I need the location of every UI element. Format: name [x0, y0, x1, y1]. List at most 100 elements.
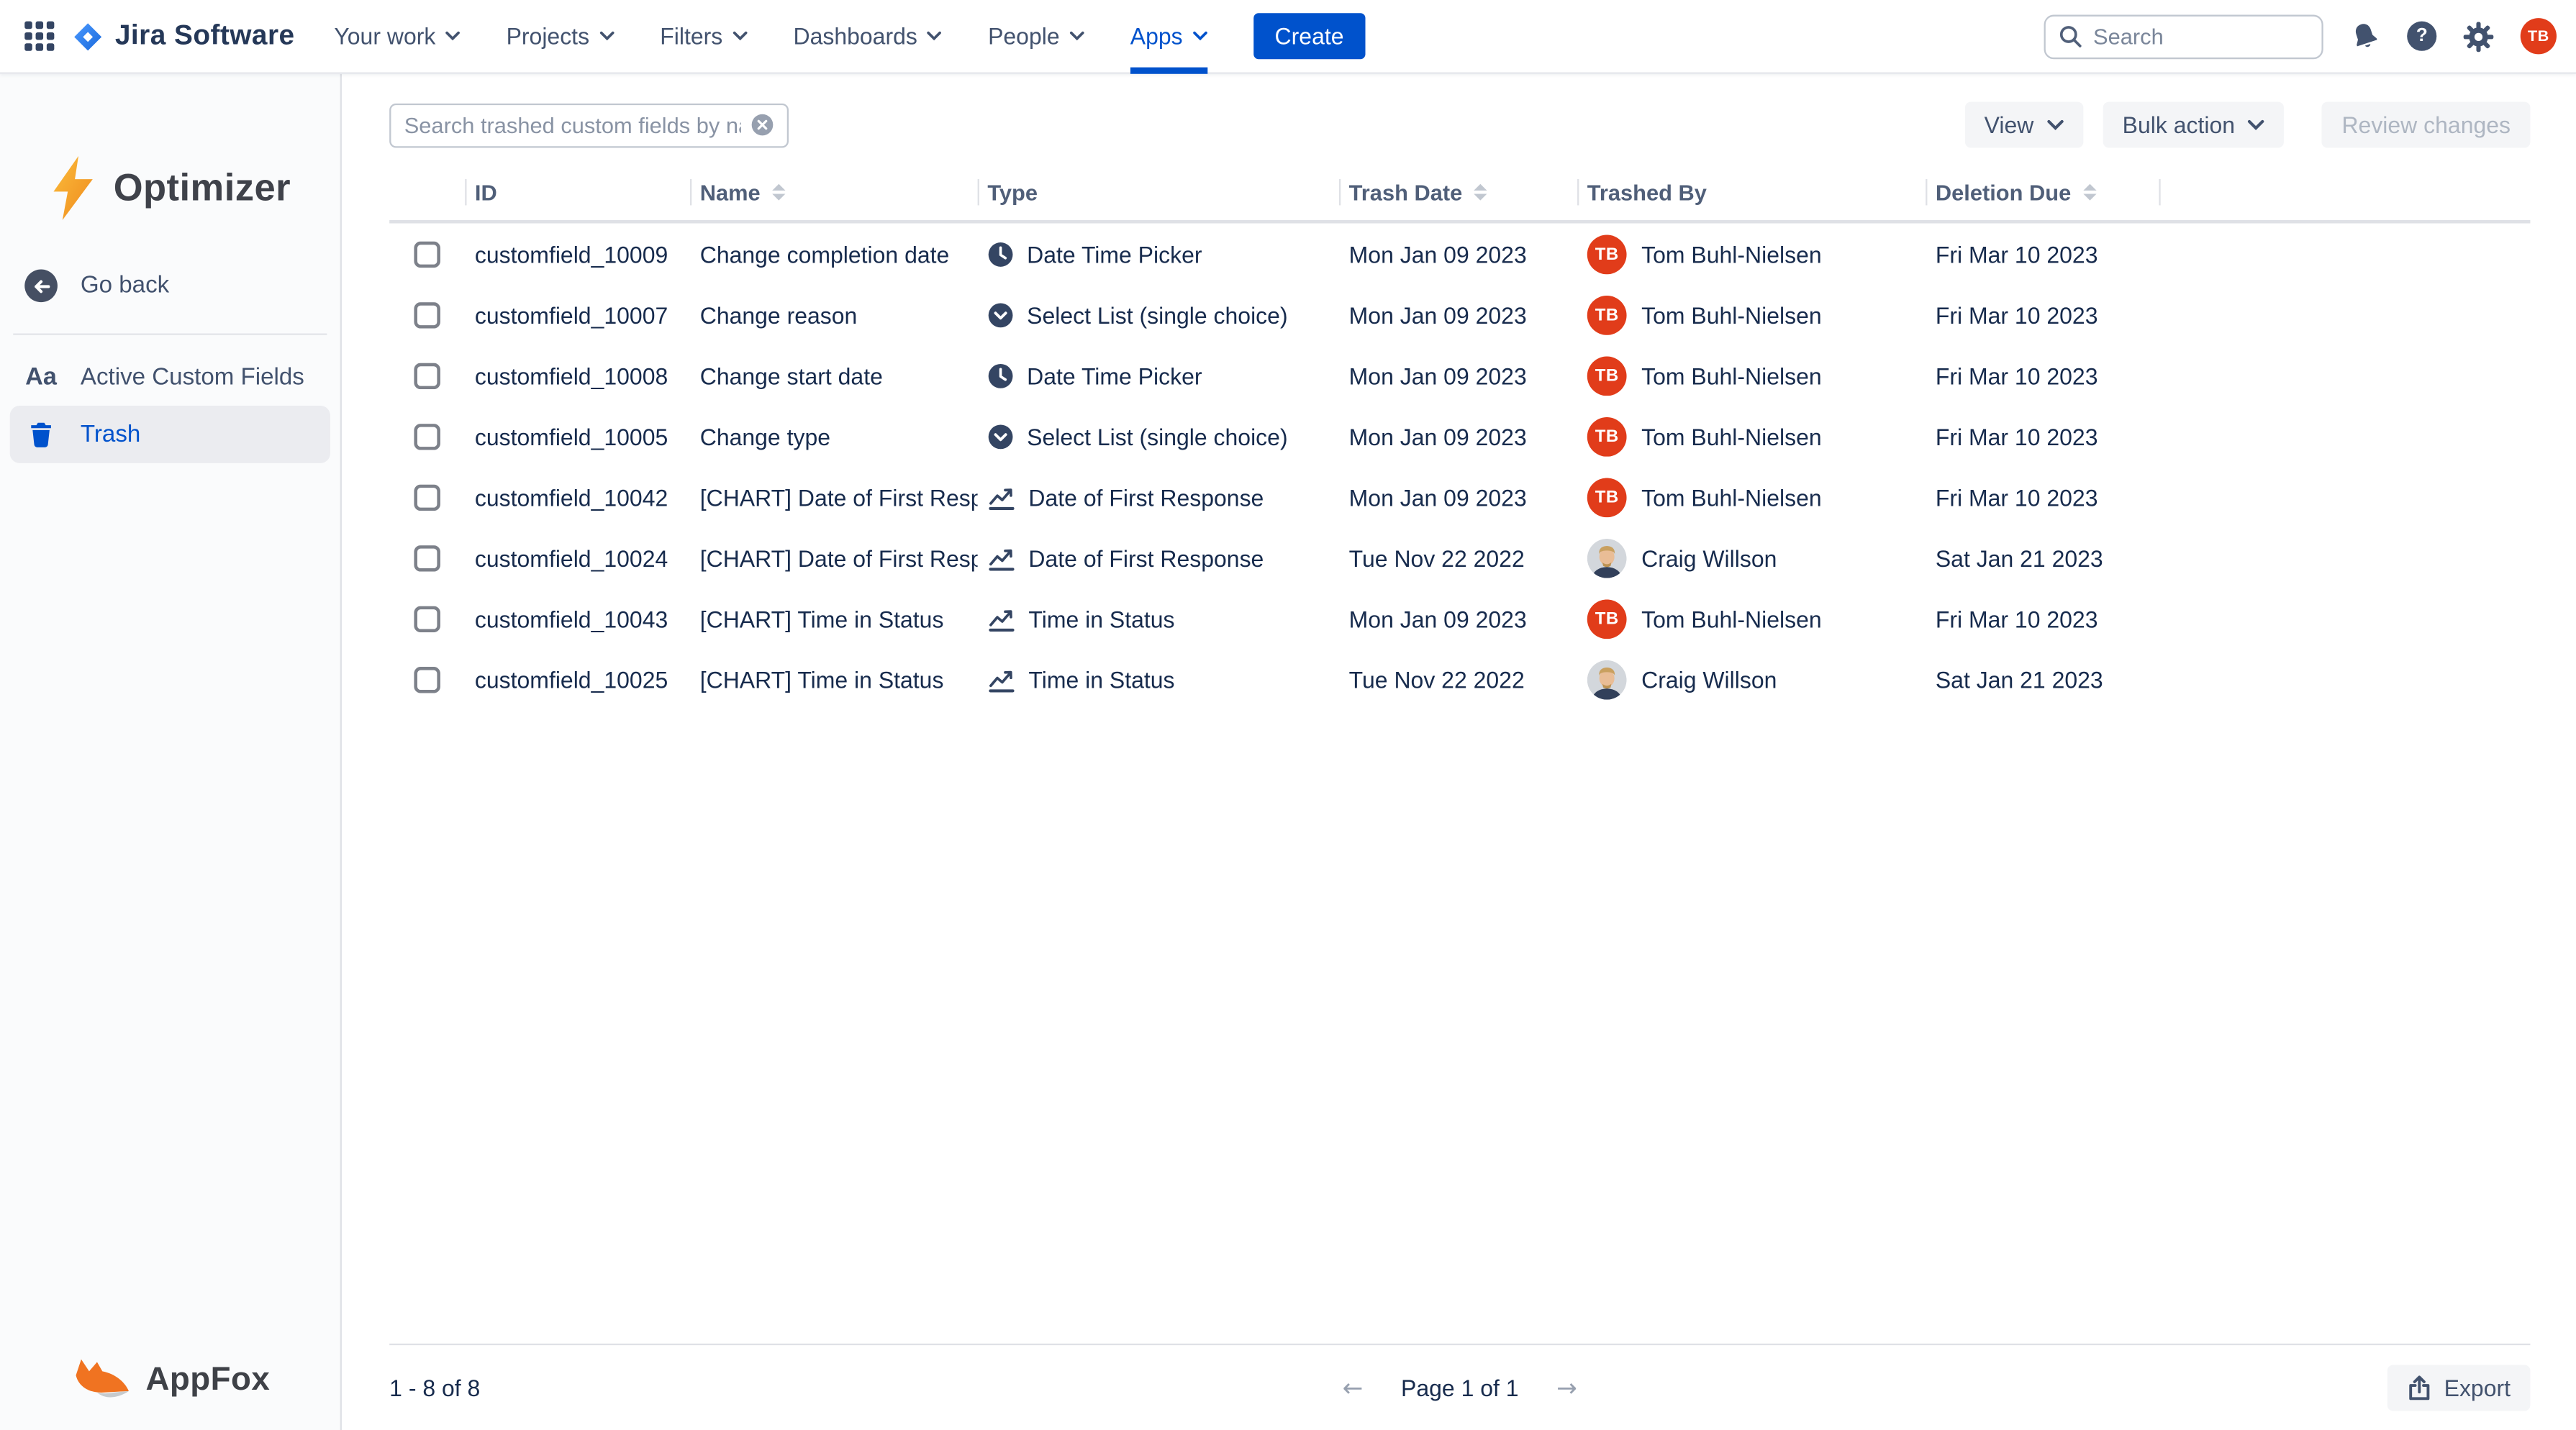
- main-content: View Bulk action Review changes ID Name …: [342, 74, 2576, 1430]
- row-id: customfield_10005: [465, 423, 690, 450]
- table-row[interactable]: customfield_10009 Change completion date…: [389, 224, 2530, 284]
- app-switcher-icon[interactable]: [23, 19, 56, 53]
- row-checkbox[interactable]: [414, 545, 440, 571]
- row-checkbox[interactable]: [414, 241, 440, 268]
- table-header: ID Name Type Trash Date Trashed By Delet…: [389, 176, 2530, 223]
- type-icon: [987, 241, 1014, 268]
- optimizer-brand: Optimizer: [0, 156, 340, 220]
- row-deletion-due: Fri Mar 10 2023: [1926, 483, 2159, 510]
- column-header-trashed-by[interactable]: Trashed By: [1577, 176, 1926, 209]
- share-up-icon: [2406, 1375, 2431, 1401]
- toolbar: View Bulk action Review changes: [389, 102, 2530, 148]
- user-avatar[interactable]: TB: [2521, 18, 2557, 54]
- row-name: Change start date: [690, 362, 978, 388]
- sidebar-item-trash[interactable]: Trash: [10, 406, 330, 463]
- type-icon: [987, 301, 1014, 328]
- row-name: Change reason: [690, 301, 978, 328]
- next-page-arrow[interactable]: →: [1556, 1373, 1577, 1403]
- jira-logo[interactable]: Jira Software: [72, 19, 294, 53]
- row-deletion-due: Fri Mar 10 2023: [1926, 241, 2159, 268]
- global-search-input[interactable]: [2093, 24, 2308, 48]
- row-checkbox[interactable]: [414, 666, 440, 693]
- row-id: customfield_10043: [465, 605, 690, 632]
- row-type: Select List (single choice): [978, 301, 1339, 328]
- column-header-deletion-due[interactable]: Deletion Due: [1926, 176, 2159, 209]
- nav-apps[interactable]: Apps: [1130, 0, 1207, 73]
- table-row[interactable]: customfield_10024 [CHART] Date of First …: [389, 527, 2530, 588]
- type-icon: [987, 483, 1015, 510]
- row-id: customfield_10024: [465, 545, 690, 571]
- row-trashed-by: Craig Willson: [1577, 660, 1926, 699]
- table-row[interactable]: customfield_10042 [CHART] Date of First …: [389, 466, 2530, 527]
- column-header-name[interactable]: Name: [690, 176, 978, 209]
- top-nav-right: ? TB: [2044, 14, 2557, 58]
- trash-search[interactable]: [389, 103, 789, 147]
- export-button[interactable]: Export: [2387, 1365, 2531, 1411]
- sidebar-item-active-custom-fields[interactable]: Aa Active Custom Fields: [0, 348, 340, 406]
- trash-search-input[interactable]: [404, 112, 741, 137]
- row-trash-date: Tue Nov 22 2022: [1339, 545, 1577, 571]
- table-row[interactable]: customfield_10005 Change type Select Lis…: [389, 406, 2530, 466]
- row-deletion-due: Sat Jan 21 2023: [1926, 666, 2159, 693]
- row-trashed-by: TB Tom Buhl-Nielsen: [1577, 234, 1926, 273]
- view-button[interactable]: View: [1964, 102, 2083, 148]
- top-nav: Jira Software Your work Projects Filters…: [0, 0, 2576, 74]
- table-row[interactable]: customfield_10043 [CHART] Time in Status…: [389, 588, 2530, 648]
- row-checkbox[interactable]: [414, 423, 440, 450]
- row-checkbox[interactable]: [414, 301, 440, 328]
- nav-dashboards[interactable]: Dashboards: [793, 0, 942, 73]
- sort-icon[interactable]: [772, 184, 785, 201]
- notifications-bell-icon[interactable]: [2349, 21, 2380, 52]
- row-trash-date: Mon Jan 09 2023: [1339, 301, 1577, 328]
- global-search[interactable]: [2044, 14, 2323, 58]
- settings-gear-icon[interactable]: [2463, 21, 2494, 52]
- row-type: Date Time Picker: [978, 362, 1339, 388]
- row-type: Date of First Response: [978, 545, 1339, 571]
- prev-page-arrow[interactable]: ←: [1343, 1373, 1364, 1403]
- bulk-action-button[interactable]: Bulk action: [2103, 102, 2284, 148]
- type-icon: [987, 423, 1014, 450]
- row-checkbox[interactable]: [414, 605, 440, 632]
- sort-icon[interactable]: [1474, 184, 1487, 201]
- help-icon[interactable]: ?: [2407, 22, 2436, 51]
- row-deletion-due: Fri Mar 10 2023: [1926, 301, 2159, 328]
- nav-your-work[interactable]: Your work: [334, 0, 460, 73]
- table-row[interactable]: customfield_10007 Change reason Select L…: [389, 284, 2530, 345]
- row-type: Date Time Picker: [978, 241, 1339, 268]
- row-id: customfield_10008: [465, 362, 690, 388]
- page-indicator: Page 1 of 1: [1401, 1375, 1519, 1401]
- clear-search-icon[interactable]: [751, 114, 774, 137]
- row-type: Select List (single choice): [978, 423, 1339, 450]
- nav-projects[interactable]: Projects: [507, 0, 614, 73]
- trashed-by-avatar: [1587, 660, 1627, 699]
- chevron-down-icon: [928, 31, 943, 41]
- trashed-by-avatar: TB: [1587, 355, 1627, 395]
- row-checkbox[interactable]: [414, 483, 440, 510]
- chevron-down-icon: [2248, 119, 2264, 131]
- column-header-id[interactable]: ID: [465, 176, 690, 209]
- nav-people[interactable]: People: [988, 0, 1084, 73]
- row-type: Time in Status: [978, 666, 1339, 693]
- row-trashed-by: TB Tom Buhl-Nielsen: [1577, 477, 1926, 516]
- trashed-by-avatar: TB: [1587, 477, 1627, 516]
- column-header-trash-date[interactable]: Trash Date: [1339, 176, 1577, 209]
- table-row[interactable]: customfield_10025 [CHART] Time in Status…: [389, 649, 2530, 709]
- table-row[interactable]: customfield_10008 Change start date Date…: [389, 345, 2530, 406]
- row-checkbox[interactable]: [414, 362, 440, 388]
- result-range: 1 - 8 of 8: [389, 1375, 480, 1401]
- go-back-button[interactable]: Go back: [0, 263, 340, 309]
- type-icon: [987, 362, 1014, 388]
- sort-icon[interactable]: [2082, 184, 2095, 201]
- row-name: [CHART] Date of First Respo...: [690, 483, 978, 510]
- row-trash-date: Mon Jan 09 2023: [1339, 605, 1577, 632]
- nav-filters[interactable]: Filters: [660, 0, 747, 73]
- appfox-brand: AppFox: [0, 1357, 340, 1404]
- fox-icon: [70, 1357, 130, 1404]
- row-trash-date: Tue Nov 22 2022: [1339, 666, 1577, 693]
- review-changes-button[interactable]: Review changes: [2322, 102, 2530, 148]
- create-button[interactable]: Create: [1253, 13, 1365, 59]
- column-header-type[interactable]: Type: [978, 176, 1339, 209]
- row-deletion-due: Sat Jan 21 2023: [1926, 545, 2159, 571]
- row-deletion-due: Fri Mar 10 2023: [1926, 423, 2159, 450]
- trash-icon: [24, 421, 58, 449]
